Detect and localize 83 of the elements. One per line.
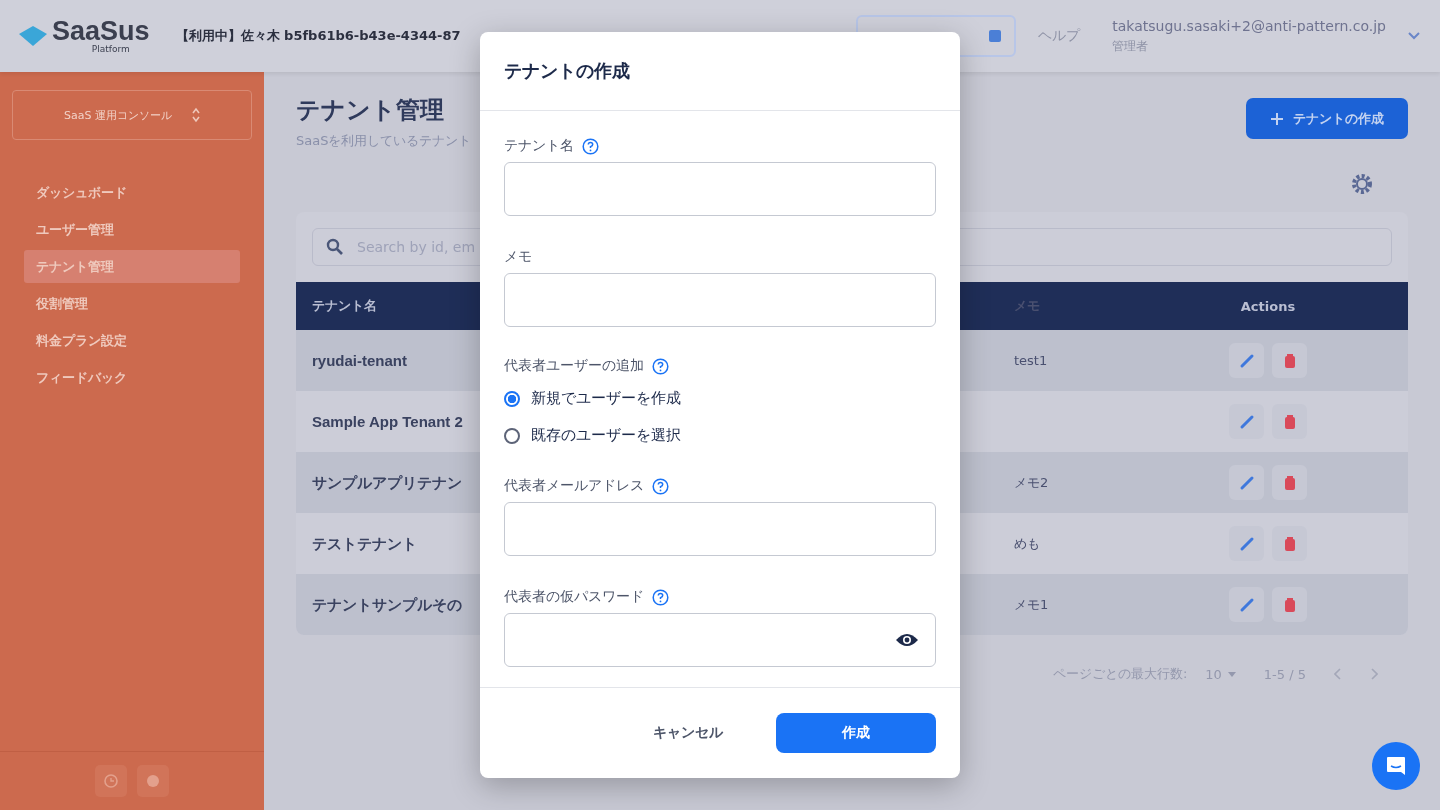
password-field[interactable] <box>504 613 936 667</box>
table-cell: テナントサンプルその <box>312 595 462 613</box>
delete-button[interactable] <box>1272 587 1307 622</box>
help-link[interactable]: ヘルプ <box>1038 27 1081 45</box>
previous-page-icon[interactable] <box>1334 668 1342 680</box>
user-role: 管理者 <box>1112 37 1150 55</box>
pencil-icon <box>1238 596 1255 613</box>
chat-bubble-icon <box>1385 755 1407 777</box>
column-header: Actions <box>1239 298 1297 314</box>
help-icon[interactable] <box>652 477 669 495</box>
dialog-title: テナントの作成 <box>504 59 630 83</box>
edit-button[interactable] <box>1229 465 1264 500</box>
radio-option[interactable]: 既存のユーザーを選択 <box>504 426 936 445</box>
field-label: テナント名 <box>504 137 574 155</box>
sidebar-item[interactable]: 役割管理 <box>24 287 240 320</box>
table-cell: メモ2 <box>1014 474 1049 490</box>
circle-icon <box>146 774 160 788</box>
create-button[interactable]: 作成 <box>776 713 936 753</box>
clock-icon <box>104 774 118 788</box>
delete-button[interactable] <box>1272 526 1307 561</box>
help-icon[interactable] <box>652 357 669 375</box>
radio-label: 新規でユーザーを作成 <box>531 389 681 408</box>
radio-option[interactable]: 新規でユーザーを作成 <box>504 389 936 408</box>
sidebar-item[interactable]: ユーザー管理 <box>24 213 240 246</box>
settings-icon[interactable] <box>1350 172 1374 196</box>
sidebar-item[interactable]: 料金プラン設定 <box>24 324 240 357</box>
trash-icon <box>1283 413 1296 430</box>
table-cell: サンプルアプリテナン <box>312 473 462 491</box>
trash-icon <box>1283 596 1296 613</box>
user-email: takatsugu.sasaki+2@anti-pattern.co.jp <box>1112 17 1386 34</box>
text-field[interactable] <box>504 162 936 216</box>
pencil-icon <box>1238 413 1255 430</box>
logo-icon <box>18 25 48 47</box>
help-icon[interactable] <box>652 588 669 606</box>
search-icon <box>326 238 344 256</box>
chat-button[interactable] <box>1372 742 1420 790</box>
table-cell: テストテナント <box>312 534 417 552</box>
caret-down-icon <box>1227 671 1236 677</box>
text-field[interactable] <box>504 273 936 327</box>
pencil-icon <box>1238 535 1255 552</box>
pencil-icon <box>1238 474 1255 491</box>
sidebar-item[interactable]: ダッシュボード <box>24 176 240 209</box>
field-label: 代表者ユーザーの追加 <box>504 357 644 375</box>
column-header: テナント名 <box>311 297 378 315</box>
table-cell: Sample App Tenant 2 <box>312 413 463 430</box>
eye-icon[interactable] <box>895 632 919 648</box>
table-cell: メモ1 <box>1014 596 1049 612</box>
environment-label: 【利用中】佐々木 b5fb61b6-b43e-4344-87 <box>175 27 461 45</box>
sort-arrows-icon <box>191 107 200 123</box>
logo-subtitle: Platform <box>91 45 130 54</box>
field-label: 代表者メールアドレス <box>504 477 644 495</box>
edit-button[interactable] <box>1229 343 1264 378</box>
field-label: 代表者の仮パスワード <box>504 588 644 606</box>
logout-button[interactable] <box>137 765 169 797</box>
radio-label: 既存のユーザーを選択 <box>531 426 681 445</box>
radio-button[interactable] <box>504 427 520 444</box>
history-button[interactable] <box>95 765 127 797</box>
logo-text: SaaSus <box>52 18 150 45</box>
trash-icon <box>1283 474 1296 491</box>
sidebar-item[interactable]: フィードバック <box>24 361 240 394</box>
delete-button[interactable] <box>1272 465 1307 500</box>
edit-button[interactable] <box>1229 587 1264 622</box>
next-page-icon[interactable] <box>1370 668 1378 680</box>
edit-button[interactable] <box>1229 404 1264 439</box>
radio-button[interactable] <box>504 390 520 407</box>
create-tenant-button[interactable]: テナントの作成 <box>1246 98 1408 139</box>
delete-button[interactable] <box>1272 343 1307 378</box>
delete-button[interactable] <box>1272 404 1307 439</box>
text-field[interactable] <box>504 502 936 556</box>
trash-icon <box>1283 535 1296 552</box>
table-cell: ryudai-tenant <box>312 352 407 369</box>
help-icon[interactable] <box>582 137 599 155</box>
pencil-icon <box>1238 352 1255 369</box>
chevron-down-icon[interactable] <box>1408 32 1420 40</box>
cancel-button[interactable]: キャンセル <box>620 713 756 753</box>
table-cell: test1 <box>1014 353 1048 368</box>
field-label: メモ <box>504 248 532 266</box>
page-title: テナント管理 <box>296 95 445 126</box>
edit-button[interactable] <box>1229 526 1264 561</box>
console-selector[interactable]: SaaS 運用コンソール <box>12 90 252 140</box>
sidebar-item[interactable]: テナント管理 <box>24 250 240 283</box>
table-cell: めも <box>1014 535 1040 551</box>
trash-icon <box>1283 352 1296 369</box>
